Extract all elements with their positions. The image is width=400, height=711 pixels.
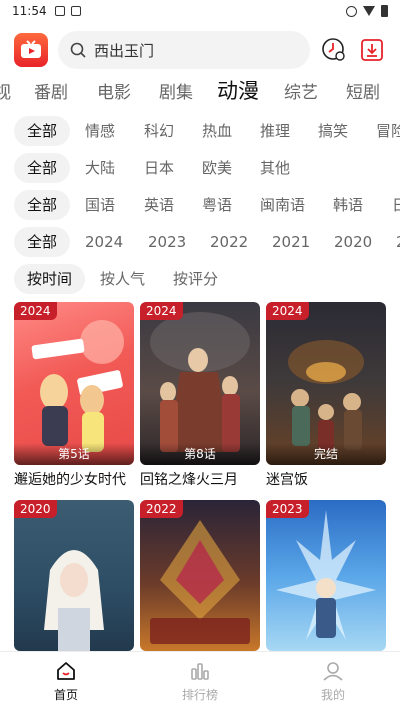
- genre-chip[interactable]: 推理: [260, 116, 290, 146]
- category-tabs: 视 番剧 电影 剧集 动漫 综艺 短剧: [0, 76, 400, 106]
- nav-home-label: 首页: [53, 688, 78, 702]
- region-chip[interactable]: 其他: [260, 153, 290, 183]
- nav-home[interactable]: 首页: [26, 660, 106, 703]
- region-chip[interactable]: 大陆: [85, 153, 115, 183]
- genre-chip[interactable]: 搞笑: [318, 116, 348, 146]
- status-time: 11:54: [12, 4, 47, 18]
- genre-filter-row: 全部 情感 科幻 热血 推理 搞笑 冒险: [0, 116, 400, 146]
- tab-shorts[interactable]: 短剧: [346, 78, 380, 103]
- poster-image: 2024 第8话: [140, 302, 260, 465]
- year-badge: 2023: [266, 500, 309, 518]
- battery-icon: [381, 5, 388, 17]
- year-chip[interactable]: 2022: [210, 227, 248, 257]
- region-chip[interactable]: 欧美: [202, 153, 232, 183]
- download-button[interactable]: [358, 36, 386, 64]
- genre-chip[interactable]: 科幻: [144, 116, 174, 146]
- anime-card[interactable]: 2024 完结 迷宫饭: [266, 302, 386, 489]
- genre-chip[interactable]: 冒险: [376, 116, 400, 146]
- tv-icon: [21, 40, 41, 58]
- region-filter-row: 全部 大陆 日本 欧美 其他: [0, 153, 400, 183]
- poster-image: 2024 第5话: [14, 302, 134, 465]
- language-chip[interactable]: 国语: [85, 190, 115, 220]
- nav-ranking-label: 排行榜: [181, 688, 218, 702]
- card-title: 回铭之烽火三月: [140, 472, 238, 488]
- year-chip[interactable]: 2: [396, 227, 400, 257]
- sort-by-rating[interactable]: 按评分: [173, 264, 218, 294]
- poster-image: 2022: [140, 500, 260, 651]
- year-badge: 2020: [14, 500, 57, 518]
- sort-by-time[interactable]: 按时间: [14, 264, 86, 294]
- history-button[interactable]: [320, 36, 348, 64]
- year-chip[interactable]: 2023: [148, 227, 186, 257]
- language-filter-row: 全部 国语 英语 粤语 闽南语 韩语 日: [0, 190, 400, 220]
- anime-card[interactable]: 2024 第8话 回铭之烽火三月: [140, 302, 260, 489]
- language-chip[interactable]: 粤语: [202, 190, 232, 220]
- poster-image: 2024 完结: [266, 302, 386, 465]
- tab-series[interactable]: 剧集: [159, 78, 193, 103]
- language-chip[interactable]: 闽南语: [260, 190, 305, 220]
- status-bar: 11:54: [0, 0, 400, 22]
- card-title: 邂逅她的少女时代: [14, 472, 126, 488]
- year-chip[interactable]: 2024: [85, 227, 123, 257]
- year-chip[interactable]: 2020: [334, 227, 372, 257]
- nav-profile-label: 我的: [320, 688, 345, 702]
- year-badge: 2022: [140, 500, 183, 518]
- home-icon: [57, 662, 75, 680]
- search-placeholder: 西出玉门: [94, 41, 155, 60]
- year-badge: 2024: [140, 302, 183, 320]
- app-logo[interactable]: [14, 33, 48, 67]
- tab-anime[interactable]: 动漫: [217, 76, 259, 105]
- history-icon: [322, 38, 345, 61]
- bottom-navigation: 首页 排行榜 我的: [0, 651, 400, 711]
- app-notification-icon: [70, 6, 81, 16]
- search-bar[interactable]: 西出玉门: [58, 31, 310, 69]
- poster-image: 2023: [266, 500, 386, 651]
- year-chip[interactable]: 2021: [272, 227, 310, 257]
- poster-image: 2020: [14, 500, 134, 651]
- anime-card[interactable]: 2020: [14, 500, 134, 651]
- language-chip[interactable]: 韩语: [333, 190, 363, 220]
- anime-card[interactable]: 2024 第5话 邂逅她的少女时代: [14, 302, 134, 489]
- gallery-notification-icon: [54, 6, 65, 16]
- nav-profile[interactable]: 我的: [293, 660, 373, 703]
- tab-movies[interactable]: 电影: [97, 78, 131, 103]
- sort-by-popularity[interactable]: 按人气: [100, 264, 145, 294]
- anime-card[interactable]: 2022: [140, 500, 260, 651]
- tab-partial[interactable]: 视: [0, 78, 11, 103]
- year-chip-all[interactable]: 全部: [14, 227, 71, 257]
- episode-label: 第8话: [140, 443, 260, 465]
- language-chip[interactable]: 日: [392, 190, 400, 220]
- genre-chip[interactable]: 情感: [85, 116, 115, 146]
- region-chip-all[interactable]: 全部: [14, 153, 71, 183]
- language-chip-all[interactable]: 全部: [14, 190, 71, 220]
- profile-icon: [323, 662, 343, 681]
- genre-chip[interactable]: 热血: [202, 116, 232, 146]
- dnd-icon: [346, 5, 357, 17]
- year-badge: 2024: [14, 302, 57, 320]
- year-filter-row: 全部 2024 2023 2022 2021 2020 2: [0, 227, 400, 257]
- language-chip[interactable]: 英语: [144, 190, 174, 220]
- top-bar: 西出玉门: [0, 28, 400, 72]
- ranking-icon: [191, 663, 209, 680]
- download-icon: [361, 39, 383, 61]
- tab-fanju[interactable]: 番剧: [34, 78, 68, 103]
- genre-chip-all[interactable]: 全部: [14, 116, 71, 146]
- card-title: 迷宫饭: [266, 472, 308, 488]
- anime-card[interactable]: 2023: [266, 500, 386, 651]
- search-icon: [70, 42, 86, 58]
- nav-ranking[interactable]: 排行榜: [160, 660, 240, 703]
- sort-filter-row: 按时间 按人气 按评分: [0, 264, 400, 294]
- wifi-icon: [363, 6, 375, 16]
- episode-label: 完结: [266, 443, 386, 465]
- year-badge: 2024: [266, 302, 309, 320]
- episode-label: 第5话: [14, 443, 134, 465]
- region-chip[interactable]: 日本: [144, 153, 174, 183]
- tab-variety[interactable]: 综艺: [284, 78, 318, 103]
